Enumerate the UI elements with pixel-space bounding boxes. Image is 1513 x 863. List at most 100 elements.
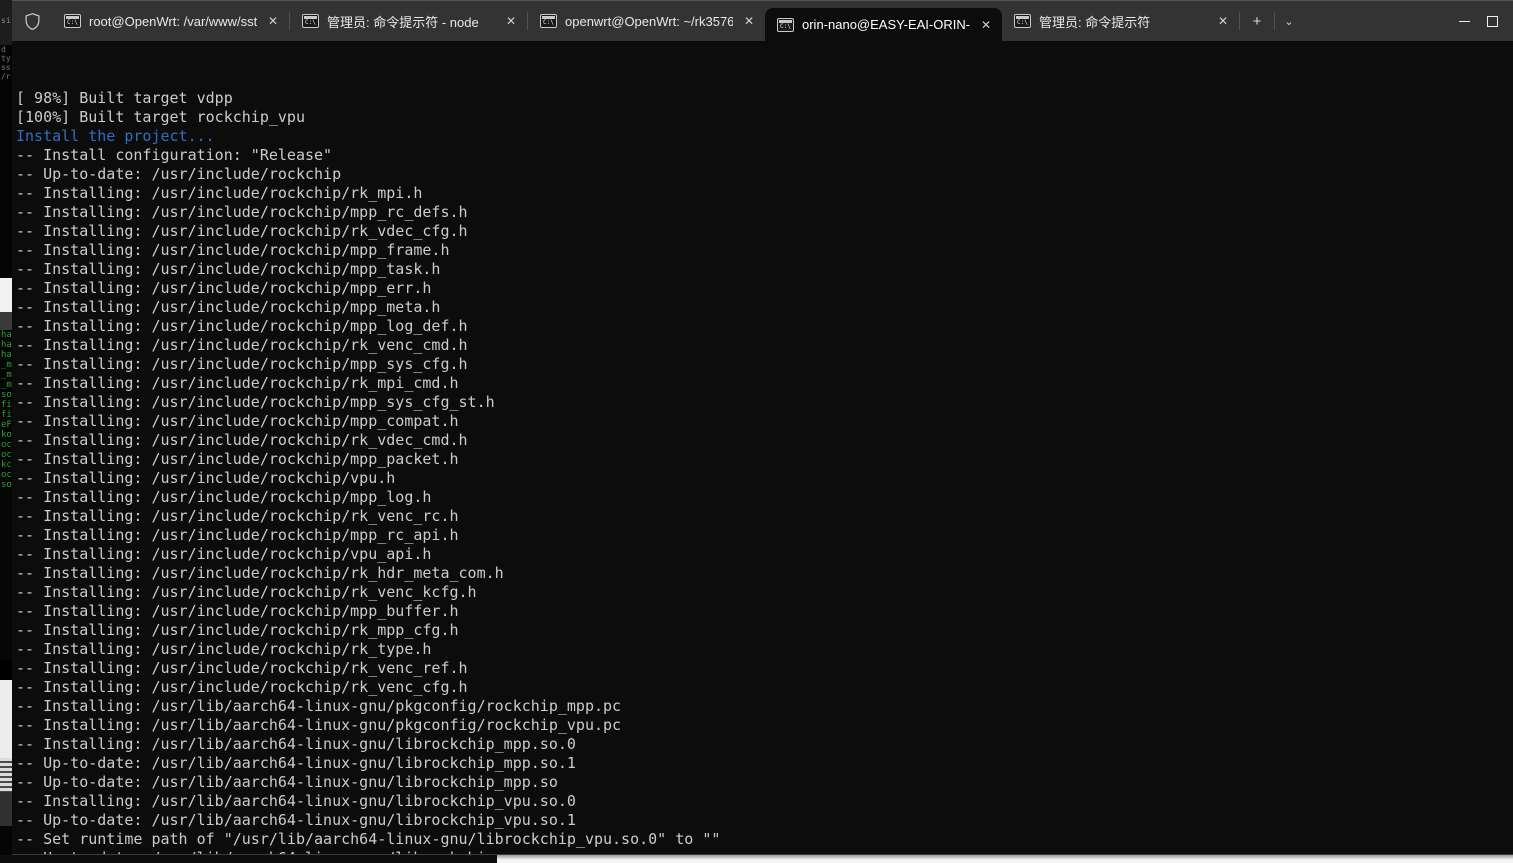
terminal-line: -- Installing: /usr/include/rockchip/mpp… <box>16 450 459 468</box>
background-text-fragment: ss <box>1 63 11 72</box>
background-text-fragment: _m <box>1 360 12 370</box>
terminal-line: -- Installing: /usr/include/rockchip/rk_… <box>16 222 468 240</box>
terminal-line: -- Installing: /usr/include/rockchip/mpp… <box>16 412 459 430</box>
background-text-fragment: so <box>1 480 12 490</box>
tab-title: openwrt@OpenWrt: ~/rk3576- <box>565 13 733 29</box>
background-text-fragment: oc <box>1 470 12 480</box>
terminal-line: -- Up-to-date: /usr/lib/aarch64-linux-gn… <box>16 849 1513 854</box>
tab-admin-cmd-node[interactable]: C:\ 管理员: 命令提示符 - node ✕ <box>290 1 527 41</box>
terminal-line: -- Installing: /usr/lib/aarch64-linux-gn… <box>16 792 576 810</box>
terminal-line: -- Installing: /usr/include/rockchip/mpp… <box>16 355 468 373</box>
terminal-line: -- Installing: /usr/include/rockchip/mpp… <box>16 602 459 620</box>
background-window-sliver: si d ty ss/r ha ha ha _m _m _m so fi fi eF ko oc oc kc o… <box>0 0 12 863</box>
background-light-window-edge <box>497 855 1513 863</box>
background-sliver-segment: ha ha ha _m _m _m so fi fi eF ko oc oc kc oc so <box>0 330 12 660</box>
terminal-line: -- Installing: /usr/include/rockchip/mpp… <box>16 393 495 411</box>
terminal-line: -- Installing: /usr/lib/aarch64-linux-gn… <box>16 735 576 753</box>
terminal-line: -- Installing: /usr/include/rockchip/rk_… <box>16 507 459 525</box>
terminal-line: -- Installing: /usr/lib/aarch64-linux-gn… <box>16 716 622 734</box>
cmd-prompt-icon: C:\ <box>64 14 81 28</box>
minimize-button[interactable] <box>1441 1 1487 41</box>
background-sliver-segment <box>0 792 12 826</box>
background-text-fragment: fi <box>1 400 12 410</box>
terminal-line: -- Installing: /usr/include/rockchip/rk_… <box>16 621 459 639</box>
terminal-line: -- Up-to-date: /usr/lib/aarch64-linux-gn… <box>16 754 576 772</box>
terminal-line: -- Installing: /usr/include/rockchip/rk_… <box>16 374 459 392</box>
background-sliver-segment <box>0 278 12 312</box>
background-text-fragment: fi <box>1 410 12 420</box>
admin-shield-icon <box>12 1 52 41</box>
tab-dropdown-chevron-icon[interactable]: ⌄ <box>1275 1 1303 41</box>
titlebar-drag-area <box>1303 1 1441 41</box>
terminal-line: [ 98%] Built target vdpp <box>16 89 233 107</box>
background-text-fragment: _m <box>1 380 12 390</box>
cmd-prompt-icon: C:\ <box>302 14 319 28</box>
background-text-fragment: ty <box>1 54 11 63</box>
tab-close-icon[interactable]: ✕ <box>503 13 519 29</box>
tab-admin-cmd[interactable]: C:\ 管理员: 命令提示符 ✕ <box>1002 1 1239 41</box>
terminal-line: -- Up-to-date: /usr/lib/aarch64-linux-gn… <box>16 773 558 791</box>
terminal-line: -- Installing: /usr/include/rockchip/rk_… <box>16 659 468 677</box>
background-text-fragment: kc <box>1 460 12 470</box>
background-text-fragment: ko <box>1 430 12 440</box>
maximize-button[interactable] <box>1487 1 1513 41</box>
terminal-line: Install the project... <box>16 127 215 145</box>
terminal-line: -- Installing: /usr/include/rockchip/rk_… <box>16 336 468 354</box>
terminal-line: -- Set runtime path of "/usr/lib/aarch64… <box>16 830 721 848</box>
terminal-window: C:\ root@OpenWrt: /var/www/sstv ✕ C:\ 管理… <box>12 0 1513 855</box>
tab-close-icon[interactable]: ✕ <box>265 13 281 29</box>
terminal-line: -- Installing: /usr/include/rockchip/rk_… <box>16 678 468 696</box>
background-text-fragment: _m <box>1 370 12 380</box>
terminal-line: -- Installing: /usr/include/rockchip/mpp… <box>16 241 450 259</box>
maximize-icon <box>1487 15 1498 27</box>
terminal-line: -- Up-to-date: /usr/lib/aarch64-linux-gn… <box>16 811 576 829</box>
tab-title: orin-nano@EASY-EAI-ORIN-N <box>802 17 970 32</box>
terminal-line: -- Installing: /usr/include/rockchip/rk_… <box>16 184 423 202</box>
terminal-line: -- Installing: /usr/include/rockchip/mpp… <box>16 203 468 221</box>
terminal-line: -- Installing: /usr/include/rockchip/mpp… <box>16 279 432 297</box>
terminal-line: -- Installing: /usr/lib/aarch64-linux-gn… <box>16 697 622 715</box>
background-text-fragment: eF <box>1 420 12 430</box>
background-text-fragment: so <box>1 390 12 400</box>
background-sliver-segment <box>0 680 12 758</box>
minimize-icon <box>1458 20 1470 22</box>
terminal-line: -- Installing: /usr/include/rockchip/rk_… <box>16 640 432 658</box>
background-text-fragment: oc <box>1 440 12 450</box>
terminal-line: -- Installing: /usr/include/rockchip/mpp… <box>16 488 432 506</box>
background-sliver-segment: si <box>0 0 12 45</box>
tab-root-openwrt[interactable]: C:\ root@OpenWrt: /var/www/sstv ✕ <box>52 1 289 41</box>
tab-bar: C:\ root@OpenWrt: /var/www/sstv ✕ C:\ 管理… <box>12 0 1513 41</box>
cmd-prompt-icon: C:\ <box>540 14 557 28</box>
terminal-line: -- Installing: /usr/include/rockchip/mpp… <box>16 526 459 544</box>
tab-close-icon[interactable]: ✕ <box>978 17 994 33</box>
tab-title: 管理员: 命令提示符 - node <box>327 14 479 30</box>
terminal-line: -- Up-to-date: /usr/include/rockchip <box>16 165 342 183</box>
background-sliver-segment: d ty ss/r <box>0 45 12 278</box>
terminal-line: -- Installing: /usr/include/rockchip/mpp… <box>16 260 441 278</box>
background-text-fragment: ha <box>1 330 12 340</box>
background-bottom-strip <box>0 855 1513 863</box>
terminal-line: -- Install configuration: "Release" <box>16 146 333 164</box>
background-dark-window-edge <box>0 855 497 863</box>
tab-close-icon[interactable]: ✕ <box>1215 13 1231 29</box>
terminal-line: -- Installing: /usr/include/rockchip/rk_… <box>16 583 477 601</box>
background-text-fragment: si <box>1 16 11 25</box>
terminal-line: -- Installing: /usr/include/rockchip/vpu… <box>16 469 396 487</box>
background-text-fragment: ha <box>1 340 12 350</box>
background-text-fragment: d <box>1 45 6 54</box>
tab-title: root@OpenWrt: /var/www/sstv <box>89 13 257 29</box>
terminal-line: -- Installing: /usr/include/rockchip/rk_… <box>16 564 504 582</box>
tab-orin-nano-active[interactable]: C:\ orin-nano@EASY-EAI-ORIN-N ✕ <box>765 8 1002 41</box>
terminal-output[interactable]: [ 98%] Built target vdpp [100%] Built tar… <box>12 41 1513 854</box>
cmd-prompt-icon: C:\ <box>777 17 794 32</box>
background-sliver-segment <box>0 312 12 330</box>
tab-openwrt-rk3576[interactable]: C:\ openwrt@OpenWrt: ~/rk3576- ✕ <box>528 1 765 41</box>
new-tab-button[interactable]: + <box>1240 1 1274 41</box>
terminal-line: -- Installing: /usr/include/rockchip/vpu… <box>16 545 432 563</box>
tab-close-icon[interactable]: ✕ <box>741 13 757 29</box>
background-sliver-segment <box>0 758 12 792</box>
terminal-line: [100%] Built target rockchip_vpu <box>16 108 305 126</box>
background-text-fragment: /r <box>1 72 11 81</box>
terminal-line: -- Installing: /usr/include/rockchip/mpp… <box>16 317 468 335</box>
terminal-line: -- Installing: /usr/include/rockchip/mpp… <box>16 298 441 316</box>
